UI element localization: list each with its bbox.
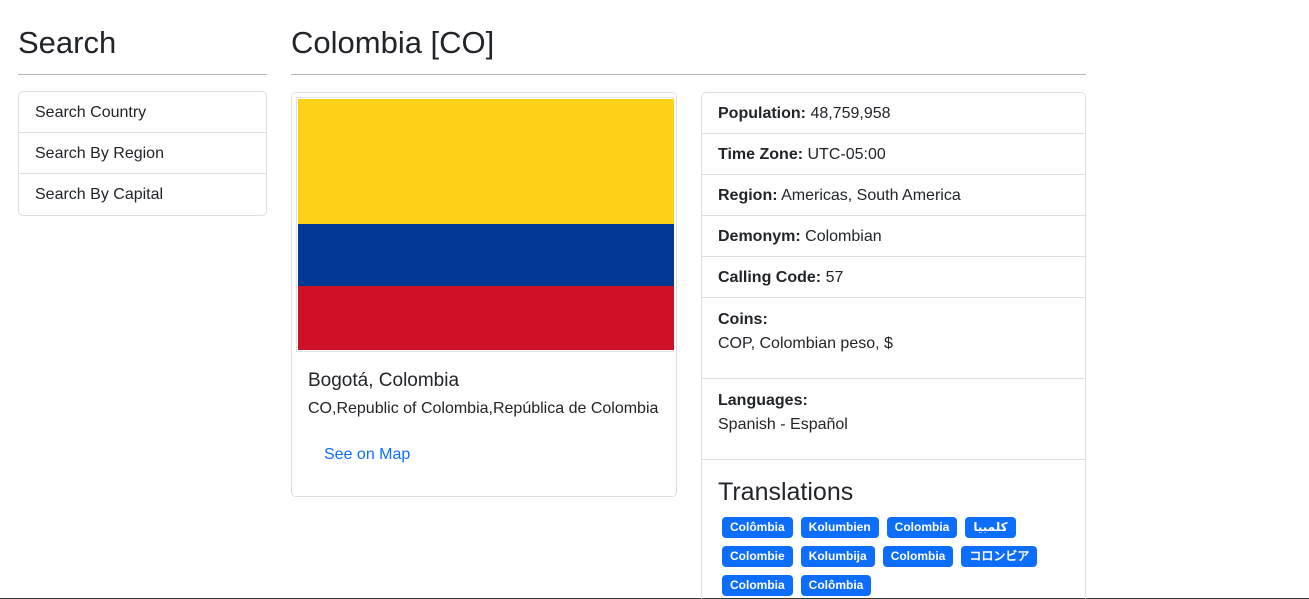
translation-badge[interactable]: Colômbia	[722, 517, 793, 538]
sidebar: Search Search Country Search By Region S…	[18, 20, 267, 216]
flag-image	[296, 97, 674, 352]
translation-badge[interactable]: Kolumbija	[800, 546, 875, 567]
divider	[18, 74, 267, 75]
sidebar-title: Search	[18, 25, 117, 60]
population-label: Population:	[718, 105, 806, 122]
coins-row: Coins: COP, Colombian peso, $	[702, 298, 1085, 379]
translations-section: Translations Colômbia Kolumbien Colombia…	[702, 460, 1085, 599]
translation-badges: Colômbia Kolumbien Colombia کلمبیا Colom…	[718, 517, 1058, 599]
see-on-map-link[interactable]: See on Map	[324, 446, 410, 464]
divider	[291, 74, 1086, 75]
demonym-label: Demonym:	[718, 228, 801, 245]
coins-label: Coins:	[718, 311, 768, 328]
calling-code-label: Calling Code:	[718, 269, 822, 286]
timezone-label: Time Zone:	[718, 146, 804, 163]
alternate-names: CO,Republic of Colombia,República de Col…	[308, 400, 659, 417]
population-value: 48,759,958	[810, 105, 891, 122]
colombia-flag	[298, 99, 674, 350]
languages-value: Spanish - Español	[718, 416, 848, 433]
search-menu: Search Country Search By Region Search B…	[18, 91, 267, 216]
translation-badge[interactable]: コロンビア	[961, 546, 1038, 567]
calling-code-value: 57	[825, 269, 844, 286]
search-country-link[interactable]: Search Country	[19, 92, 266, 133]
country-card: Bogotá, Colombia CO,Republic of Colombia…	[291, 92, 677, 497]
region-label: Region:	[718, 187, 778, 204]
calling-code-row: Calling Code: 57	[702, 257, 1085, 298]
capital-heading: Bogotá, Colombia	[308, 370, 460, 391]
search-by-region-link[interactable]: Search By Region	[19, 133, 266, 174]
translation-badge[interactable]: Colombia	[882, 546, 954, 567]
coins-value: COP, Colombian peso, $	[718, 335, 893, 352]
flag-stripe-red	[298, 286, 674, 350]
translation-badge[interactable]: Kolumbien	[800, 517, 879, 538]
search-by-capital-link[interactable]: Search By Capital	[19, 174, 266, 215]
demonym-value: Colombian	[805, 228, 882, 245]
region-row: Region: Americas, South America	[702, 175, 1085, 216]
country-info-list: Population: 48,759,958 Time Zone: UTC-05…	[701, 92, 1086, 599]
timezone-row: Time Zone: UTC-05:00	[702, 134, 1085, 175]
page: Search Search Country Search By Region S…	[0, 0, 1309, 599]
translations-title: Translations	[718, 478, 854, 506]
demonym-row: Demonym: Colombian	[702, 216, 1085, 257]
population-row: Population: 48,759,958	[702, 93, 1085, 134]
timezone-value: UTC-05:00	[807, 146, 886, 163]
flag-stripe-yellow	[298, 99, 674, 224]
translation-badge[interactable]: Colombia	[722, 575, 793, 596]
page-title: Colombia [CO]	[291, 25, 495, 60]
flag-stripe-blue	[298, 224, 674, 286]
translation-badge[interactable]: Colombie	[722, 546, 793, 567]
languages-row: Languages: Spanish - Español	[702, 379, 1085, 460]
main-content: Colombia [CO] Bogotá, Colombia CO,Republ…	[291, 20, 1086, 599]
translation-badge[interactable]: Colombia	[886, 517, 958, 538]
translation-badge[interactable]: Colômbia	[800, 575, 872, 596]
region-value: Americas, South America	[781, 187, 961, 204]
languages-label: Languages:	[718, 392, 808, 409]
translation-badge[interactable]: کلمبیا	[965, 517, 1016, 538]
